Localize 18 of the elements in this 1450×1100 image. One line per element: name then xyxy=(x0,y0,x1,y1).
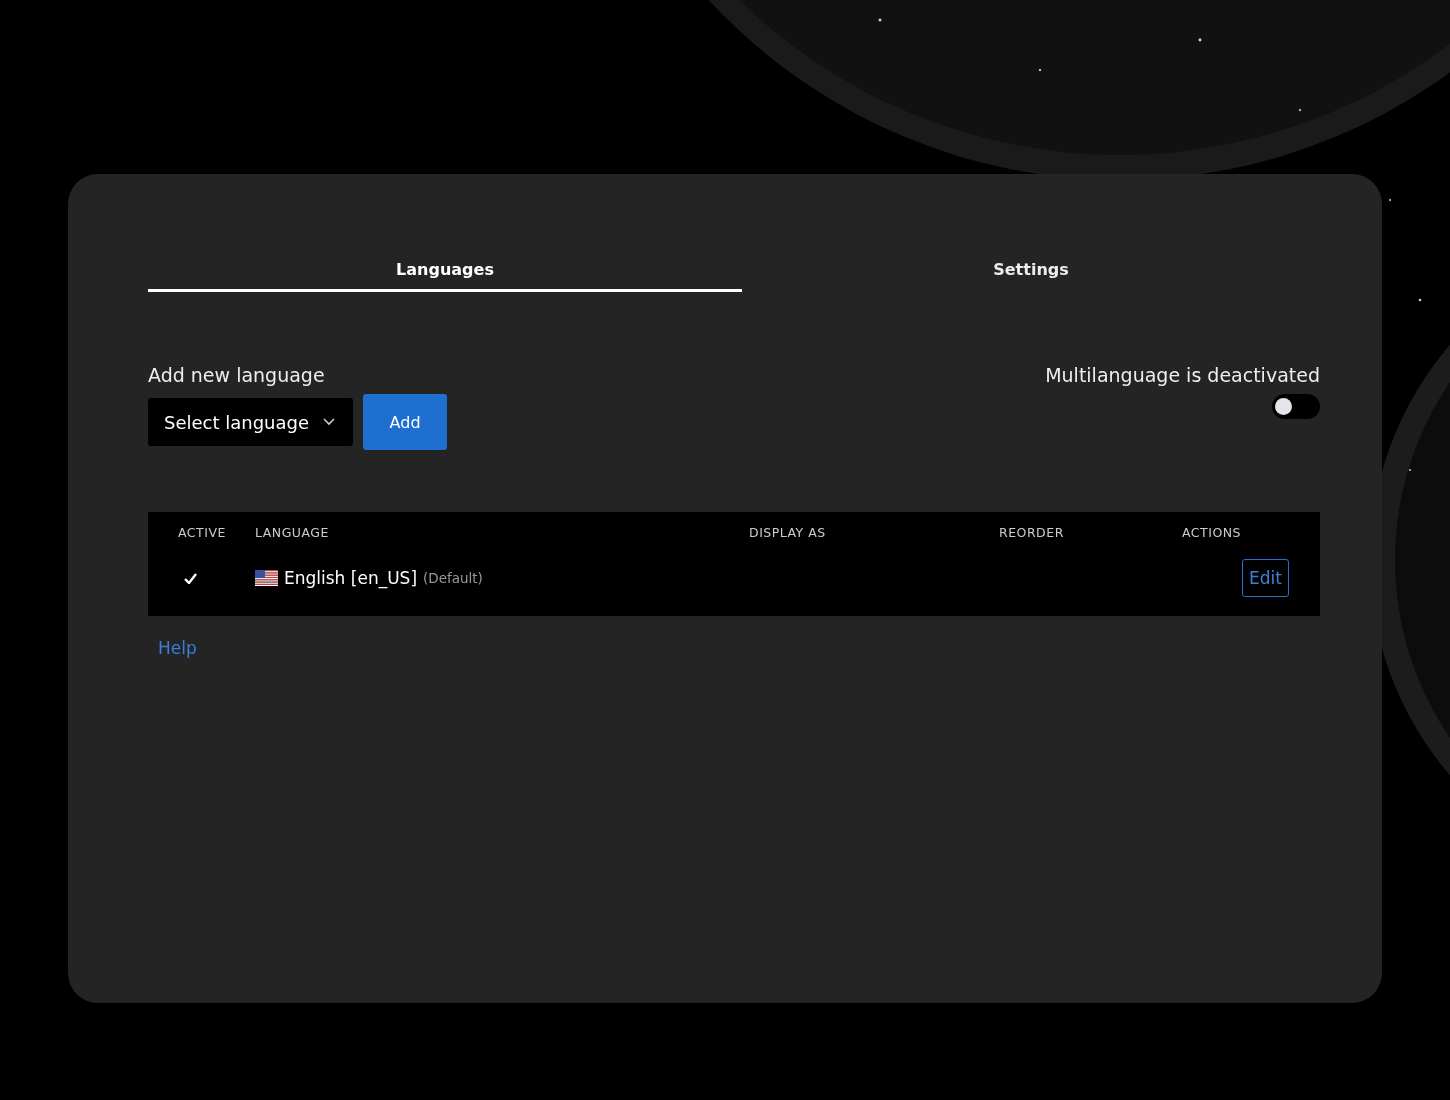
column-header: LANGUAGE xyxy=(255,524,330,540)
language-name: English [en_US] xyxy=(284,568,418,588)
column-header: REORDER xyxy=(999,524,1065,540)
field-label: Add new language xyxy=(148,364,325,386)
column-header: DISPLAY AS xyxy=(749,524,827,540)
add-button[interactable]: Add xyxy=(363,394,448,450)
chevron-down-icon xyxy=(323,418,336,426)
column-header: ACTIVE xyxy=(177,524,227,540)
language-dropdown[interactable]: Select language xyxy=(148,398,354,446)
default-label: (Default) xyxy=(423,570,483,586)
toggle-label: Multilanguage is deactivated xyxy=(1045,364,1320,386)
flag-icon xyxy=(255,570,278,586)
tab[interactable]: Settings xyxy=(742,252,1320,292)
help-link[interactable]: Help xyxy=(158,638,197,658)
edit-button[interactable]: Edit xyxy=(1242,559,1289,597)
column-header: ACTIONS xyxy=(1182,524,1242,540)
tab[interactable]: Languages xyxy=(148,252,742,292)
toggle-switch[interactable] xyxy=(1272,394,1320,419)
